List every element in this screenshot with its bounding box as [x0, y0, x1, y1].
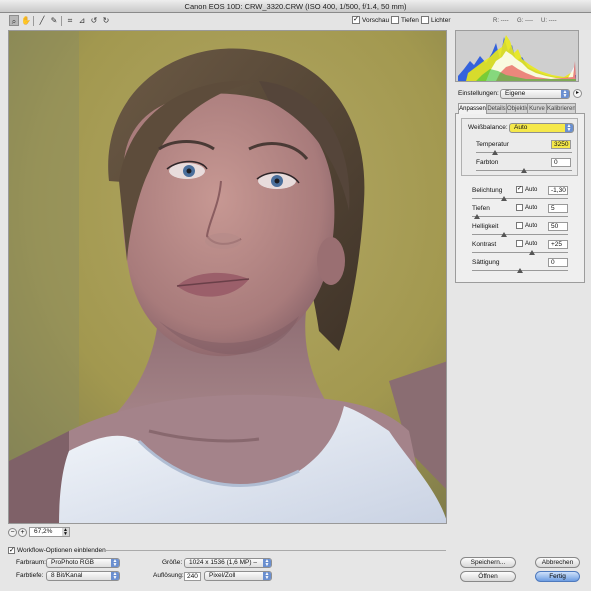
divider: [106, 550, 446, 551]
depth-dropdown[interactable]: 8 Bit/Kanal ▲ ▼: [46, 571, 120, 581]
brightness-label: Helligkeit: [472, 223, 499, 230]
shadows-label: Tiefen: [472, 205, 490, 212]
chevron-updown-icon: ▲ ▼: [263, 558, 271, 568]
chevron-updown-icon: ▲ ▼: [111, 571, 119, 581]
resolution-label: Auflösung:: [153, 572, 184, 579]
window-title: Canon EOS 10D: CRW_3320.CRW (ISO 400, 1/…: [0, 0, 591, 13]
colorspace-label: Farbraum:: [16, 559, 46, 566]
done-button[interactable]: Fertig: [535, 571, 580, 582]
zoom-tool-icon[interactable]: ⌕: [9, 15, 19, 26]
tint-label: Farbton: [476, 159, 499, 166]
resolution-unit-dropdown[interactable]: Pixel/Zoll ▲ ▼: [204, 571, 272, 581]
zoom-level-field[interactable]: 67,2% ▲ ▼: [29, 527, 70, 537]
toolbar-separator: [61, 16, 62, 26]
highlights-checkbox[interactable]: Lichter: [421, 16, 451, 26]
slider-thumb[interactable]: [528, 250, 535, 255]
rotate-left-icon[interactable]: ↺: [89, 15, 99, 26]
exposure-label: Belichtung: [472, 187, 503, 194]
contrast-auto-checkbox[interactable]: Auto: [516, 240, 537, 249]
settings-dropdown[interactable]: Eigene ▲ ▼: [500, 89, 570, 99]
saturation-slider[interactable]: [472, 268, 568, 273]
white-balance-dropdown[interactable]: Auto ▲ ▼: [509, 123, 574, 133]
rgb-readout-b: U: ----: [541, 18, 557, 24]
toolbar: ⌕ ✋ ╱ ✎ ⌗ ⊿ ↺ ↻ ✓ Vorschau Tiefen Lichter…: [0, 13, 591, 30]
chevron-updown-icon: ▲ ▼: [111, 558, 119, 568]
chevron-updown-icon: ▲ ▼: [565, 123, 573, 133]
resolution-field[interactable]: 240: [184, 572, 201, 581]
portrait-photo: [9, 31, 446, 523]
chevron-updown-icon: ▲ ▼: [263, 571, 271, 581]
white-balance-tool-icon[interactable]: ╱: [37, 15, 47, 26]
open-button[interactable]: Öffnen: [460, 571, 516, 582]
slider-thumb[interactable]: [473, 214, 480, 219]
zoom-control: − + 67,2% ▲ ▼: [8, 527, 128, 539]
slider-thumb[interactable]: [500, 232, 507, 237]
size-dropdown[interactable]: 1024 x 1536 (1,6 MP) – ▲ ▼: [184, 558, 272, 568]
brightness-auto-checkbox[interactable]: Auto: [516, 222, 537, 231]
image-preview[interactable]: [8, 30, 447, 524]
shadows-auto-checkbox[interactable]: Auto: [516, 204, 537, 213]
contrast-field[interactable]: +25: [548, 240, 568, 249]
histogram: [455, 30, 579, 82]
zoom-in-button[interactable]: +: [18, 528, 27, 537]
temperature-label: Temperatur: [476, 141, 509, 148]
straighten-tool-icon[interactable]: ⊿: [77, 15, 87, 26]
slider-thumb[interactable]: [521, 168, 527, 173]
brightness-slider[interactable]: [472, 232, 568, 237]
settings-row: Einstellungen: Eigene ▲ ▼ ▸: [458, 89, 584, 101]
saturation-field[interactable]: 0: [548, 258, 568, 267]
white-balance-label: Weißbalance:: [468, 124, 508, 131]
hand-tool-icon[interactable]: ✋: [21, 15, 31, 26]
rgb-readout-r: R: ----: [493, 18, 509, 24]
slider-thumb[interactable]: [492, 150, 499, 155]
workflow-options: ✓ Workflow-Optionen einblenden Farbraum: …: [8, 546, 447, 584]
exposure-slider[interactable]: [472, 196, 568, 201]
shadows-checkbox[interactable]: Tiefen: [391, 16, 419, 26]
save-button[interactable]: Speichern...: [460, 557, 516, 568]
contrast-label: Kontrast: [472, 241, 497, 248]
tab-anpassen[interactable]: Anpassen: [458, 103, 487, 114]
slider-thumb[interactable]: [500, 196, 507, 201]
slider-thumb[interactable]: [517, 268, 523, 273]
tint-slider[interactable]: [476, 168, 572, 173]
rgb-readout-g: G: ----: [517, 18, 533, 24]
check-icon: ✓: [516, 186, 523, 193]
temperature-field[interactable]: 3250: [551, 140, 571, 149]
exposure-auto-checkbox[interactable]: ✓ Auto: [516, 186, 537, 195]
size-label: Größe:: [162, 559, 183, 566]
brightness-field[interactable]: 50: [548, 222, 568, 231]
saturation-label: Sättigung: [472, 259, 500, 266]
temperature-slider[interactable]: [476, 150, 572, 155]
shadows-field[interactable]: 5: [548, 204, 568, 213]
settings-label: Einstellungen:: [458, 90, 499, 97]
check-icon: ✓: [352, 16, 360, 25]
colorspace-dropdown[interactable]: ProPhoto RGB ▲ ▼: [46, 558, 120, 568]
cancel-button[interactable]: Abbrechen: [535, 557, 580, 568]
exposure-field[interactable]: -1,30: [548, 186, 568, 195]
toolbar-separator: [33, 16, 34, 26]
shadows-slider[interactable]: [472, 214, 568, 219]
settings-menu-button[interactable]: ▸: [573, 89, 582, 98]
chevron-updown-icon: ▲ ▼: [62, 527, 69, 537]
check-icon: ✓: [8, 546, 15, 554]
rotate-right-icon[interactable]: ↻: [101, 15, 111, 26]
preview-checkbox[interactable]: ✓ Vorschau: [352, 16, 389, 26]
crop-tool-icon[interactable]: ⌗: [65, 15, 75, 26]
adjust-panel: Weißbalance: Auto ▲ ▼ Temperatur 3250 Far…: [455, 113, 585, 283]
chevron-updown-icon: ▲ ▼: [561, 89, 569, 99]
histogram-graph: [456, 31, 578, 81]
color-sampler-tool-icon[interactable]: ✎: [49, 15, 59, 26]
zoom-out-button[interactable]: −: [8, 528, 17, 537]
tint-field[interactable]: 0: [551, 158, 571, 167]
depth-label: Farbtiefe:: [16, 572, 44, 579]
contrast-slider[interactable]: [472, 250, 568, 255]
white-balance-group: Weißbalance: Auto ▲ ▼ Temperatur 3250 Far…: [461, 118, 578, 176]
workflow-toggle-checkbox[interactable]: ✓ Workflow-Optionen einblenden: [8, 546, 106, 555]
